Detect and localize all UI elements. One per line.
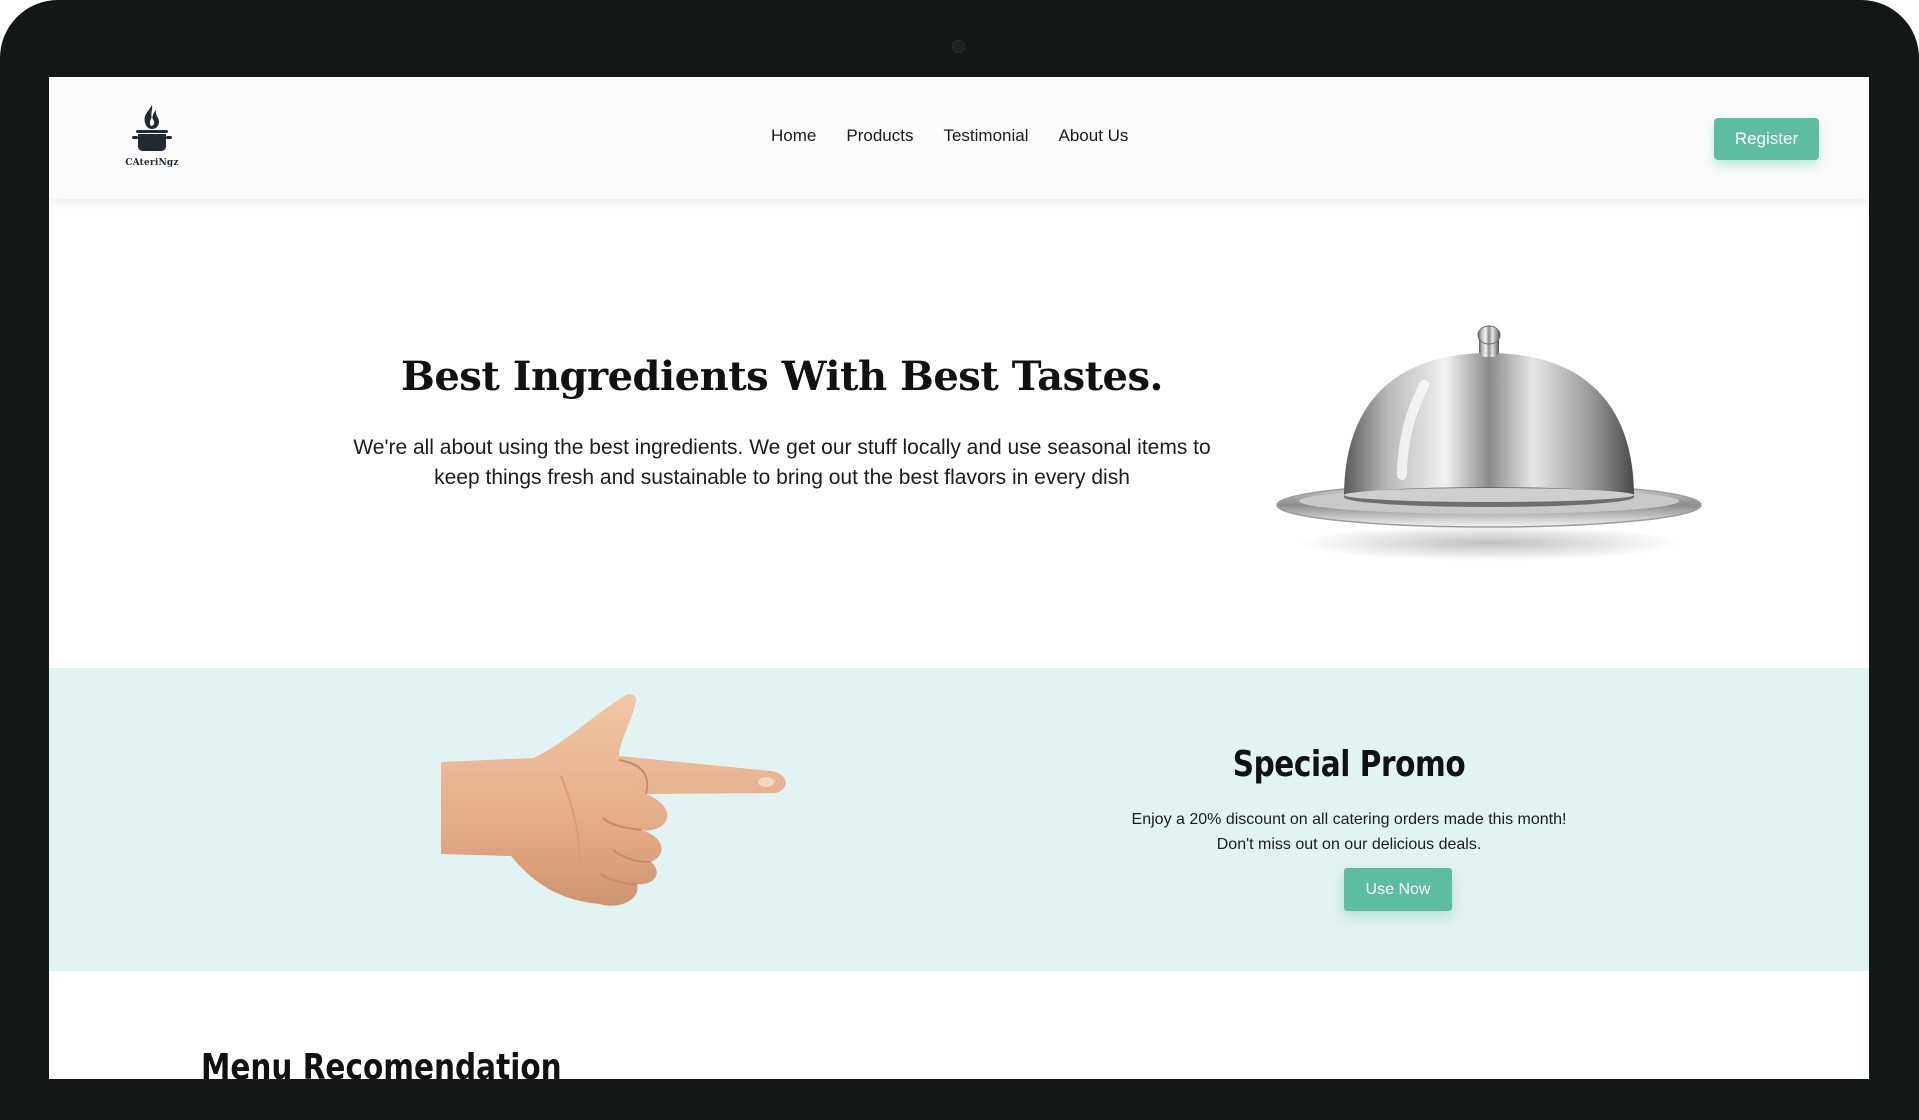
- site-header: CAteriNgz Home Products Testimonial Abou…: [49, 77, 1869, 199]
- nav-home[interactable]: Home: [771, 125, 816, 147]
- register-button[interactable]: Register: [1714, 118, 1819, 160]
- cooking-pot-icon: [132, 105, 172, 151]
- nav-testimonial[interactable]: Testimonial: [943, 125, 1028, 147]
- camera-icon: [952, 40, 965, 53]
- site-logo[interactable]: CAteriNgz: [124, 103, 180, 169]
- promo-description: Enjoy a 20% discount on all catering ord…: [1131, 811, 1567, 853]
- main-nav: Home Products Testimonial About Us: [771, 125, 1158, 147]
- promo-section: Special Promo Enjoy a 20% discount on al…: [49, 668, 1869, 971]
- nav-about-us[interactable]: About Us: [1059, 125, 1129, 147]
- hero-description: We're all about using the best ingredien…: [353, 436, 1211, 489]
- logo-text: CAteriNgz: [125, 158, 179, 168]
- silver-cloche-icon: [1276, 325, 1702, 561]
- browser-viewport[interactable]: CAteriNgz Home Products Testimonial Abou…: [49, 77, 1869, 1079]
- hero-title: Best Ingredients With Best Tastes.: [401, 353, 1163, 400]
- menu-recommendation-title: Menu Recomendation: [201, 1047, 562, 1079]
- promo-title: Special Promo: [1232, 744, 1466, 785]
- device-frame: CAteriNgz Home Products Testimonial Abou…: [0, 0, 1919, 1120]
- nav-products[interactable]: Products: [846, 125, 913, 147]
- use-now-button[interactable]: Use Now: [1344, 868, 1452, 911]
- pointing-hand-icon: [441, 694, 786, 906]
